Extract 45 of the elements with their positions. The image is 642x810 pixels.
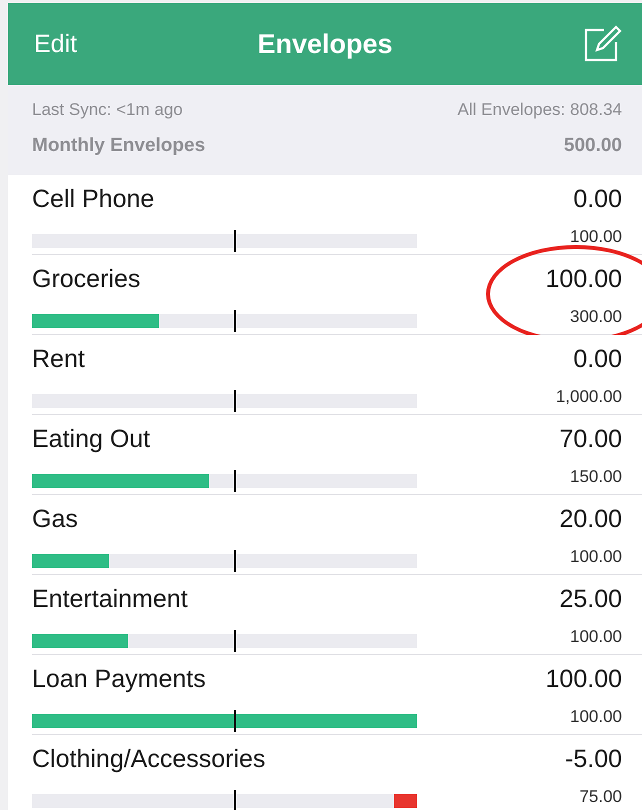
nav-title: Envelopes — [257, 28, 393, 58]
target-marker — [234, 230, 236, 252]
envelope-row[interactable]: Rent 0.00 1,000.00 — [8, 335, 642, 415]
target-marker — [234, 710, 236, 732]
target-marker — [234, 470, 236, 492]
envelope-name: Groceries — [32, 265, 142, 295]
envelope-amount: -5.00 — [565, 745, 622, 775]
envelope-row[interactable]: Gas 20.00 100.00 — [8, 495, 642, 575]
last-sync-text: Last Sync: <1m ago — [32, 99, 183, 121]
budget-amount: 100.00 — [569, 707, 622, 728]
envelope-row[interactable]: Loan Payments 100.00 100.00 — [8, 655, 642, 735]
section-total: 500.00 — [564, 134, 622, 158]
envelope-name: Cell Phone — [32, 185, 156, 215]
section-title: Monthly Envelopes — [32, 134, 206, 158]
target-marker — [234, 630, 236, 652]
envelope-amount: 70.00 — [559, 425, 622, 455]
envelope-name: Eating Out — [32, 425, 152, 455]
all-envelopes-total: All Envelopes: 808.34 — [458, 99, 622, 121]
envelope-row[interactable]: Eating Out 70.00 150.00 — [8, 415, 642, 495]
envelope-amount: 100.00 — [546, 265, 622, 295]
budget-amount: 300.00 — [569, 307, 622, 328]
envelope-amount: 20.00 — [559, 505, 622, 535]
budget-amount: 100.00 — [569, 547, 622, 568]
envelope-row[interactable]: Clothing/Accessories -5.00 75.00 — [8, 735, 642, 810]
envelope-amount: 0.00 — [572, 345, 622, 375]
envelope-name: Rent — [32, 345, 86, 375]
envelope-name: Entertainment — [32, 585, 189, 615]
envelope-name: Loan Payments — [32, 665, 207, 695]
target-marker — [234, 310, 236, 332]
envelope-amount: 100.00 — [546, 665, 622, 695]
budget-amount: 1,000.00 — [556, 387, 622, 408]
compose-icon[interactable] — [582, 24, 622, 64]
envelope-amount: 0.00 — [572, 185, 622, 215]
budget-amount: 100.00 — [569, 627, 622, 648]
budget-amount: 75.00 — [578, 787, 622, 808]
envelope-row[interactable]: Entertainment 25.00 100.00 — [8, 575, 642, 655]
budget-amount: 100.00 — [570, 227, 622, 248]
budget-amount: 150.00 — [569, 467, 622, 488]
envelope-name: Gas — [32, 505, 79, 535]
target-marker — [234, 550, 236, 572]
envelope-amount: 25.00 — [559, 585, 622, 615]
target-marker — [234, 390, 236, 412]
envelope-row[interactable]: Cell Phone 0.00 100.00 — [8, 175, 642, 255]
target-marker — [234, 790, 236, 810]
envelope-name: Clothing/Accessories — [32, 745, 266, 775]
